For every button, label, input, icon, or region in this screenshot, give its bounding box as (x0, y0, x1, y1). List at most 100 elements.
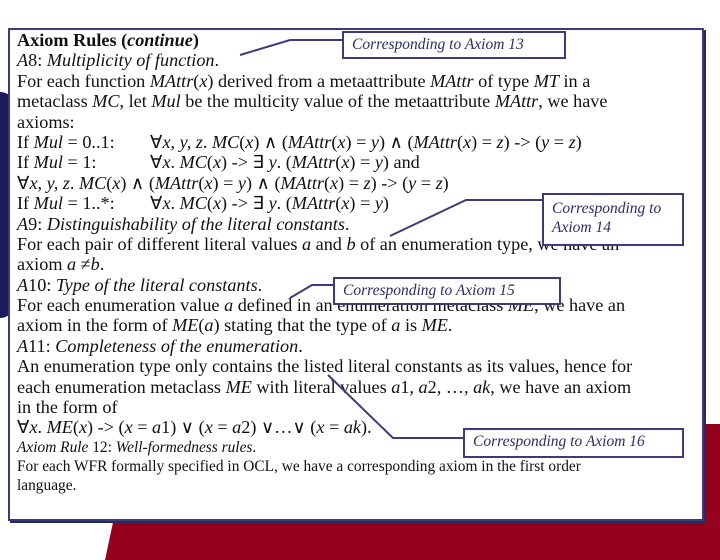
t: 1) ∨ ( (161, 417, 205, 438)
m: x, y, z (29, 172, 70, 193)
t: ∀ (17, 172, 30, 193)
math: MAttr (149, 70, 194, 91)
axiom-label: A (17, 50, 29, 71)
axiom-title: Type of the literal constants (55, 274, 258, 295)
t: ). (360, 417, 372, 438)
text-line: axiom in the form of ME(a) stating that … (17, 315, 702, 335)
t: and (311, 233, 347, 254)
t: 1, (400, 376, 419, 397)
t: . (37, 417, 47, 438)
axiom-title: Distinguishability of the literal consta… (46, 213, 345, 234)
m: z (363, 172, 371, 193)
text: = 1: (62, 152, 97, 173)
m: a (302, 233, 312, 254)
formula-line: If Mul = 1: ∀x. MC(x) -> ∃ y. (MAttr(x) =… (17, 152, 702, 172)
text-line: metaclass MC, let Mul be the multicity v… (17, 91, 702, 111)
t: axiom (17, 254, 68, 275)
m: MC (78, 172, 107, 193)
text-line: For each function MAttr(x) derived from … (17, 71, 702, 91)
m: ME (421, 315, 448, 336)
t: axiom in the form of (17, 315, 173, 336)
m: ME (172, 315, 199, 336)
text-line: in the form of (17, 397, 118, 418)
axiom-label: Axiom Rule (17, 438, 89, 456)
text-line: An enumeration type only contains the li… (17, 356, 633, 377)
text: of type (473, 70, 534, 91)
m: MC (211, 131, 240, 152)
axiom-label: A (17, 213, 29, 234)
formula: ∀x, y, z. MC(x) ∧ (MAttr(x) = y) ∧ (MAtt… (150, 132, 582, 152)
t: , we have an axiom (490, 376, 632, 397)
t: ) -> ∃ (221, 193, 269, 214)
formula: ∀x. MC(x) -> ∃ y. (MAttr(x) = y) and (150, 152, 420, 172)
text-line: each enumeration metaclass ME with liter… (17, 377, 702, 397)
t: ≠ (76, 254, 91, 275)
text-line: language. (17, 476, 77, 494)
t: ) stating that the type of (213, 315, 392, 336)
callout-axiom-14: Corresponding to Axiom 14 (542, 193, 684, 246)
t: ) -> ( (370, 172, 409, 193)
t: ) = (349, 193, 375, 214)
m: a (152, 417, 162, 438)
m: x (337, 131, 346, 152)
m: z (568, 131, 576, 152)
m: MC (179, 152, 207, 173)
axiom-number: 9: (28, 213, 47, 234)
t: For each pair of different literal value… (17, 233, 302, 254)
t: = (324, 417, 344, 438)
math: Mul (151, 91, 181, 112)
text: If (17, 131, 34, 152)
m: z (435, 172, 443, 193)
callout-axiom-13: Corresponding to Axiom 13 (342, 31, 566, 59)
callout-text: Corresponding to (552, 200, 662, 217)
axiom-dot: . (257, 274, 263, 295)
m: y (374, 152, 383, 173)
m: a (204, 315, 214, 336)
math: MAttr (430, 70, 474, 91)
m: x (162, 193, 171, 214)
axiom-dot: . (252, 438, 257, 456)
m: MAttr (154, 172, 199, 193)
t: ∀ (17, 417, 30, 438)
m: x (463, 131, 472, 152)
math: Mul (33, 131, 63, 152)
t: is (400, 315, 422, 336)
m: a (418, 376, 428, 397)
t: ) and (382, 152, 420, 173)
t: . ( (276, 152, 292, 173)
callout-axiom-16: Corresponding to Axiom 16 (463, 428, 684, 458)
callout-text: Corresponding to Axiom 13 (352, 36, 524, 53)
title-italic-text: continue (127, 30, 193, 50)
t: . (99, 254, 105, 275)
formula-line: If Mul = 0..1: ∀x, y, z. MC(x) ∧ (MAttr(x… (17, 132, 702, 152)
t: = (212, 417, 233, 438)
axiom-number: 12: (88, 438, 116, 456)
math: Mul (33, 193, 63, 214)
condition: If Mul = 0..1: (17, 132, 150, 152)
m: y (268, 193, 277, 214)
t: ) = (338, 172, 364, 193)
t: ) ∧ ( (253, 131, 288, 152)
m: ak (473, 376, 491, 397)
text: = 0..1: (62, 131, 115, 152)
m: x (330, 172, 339, 193)
m: MAttr (291, 152, 336, 173)
t: ) = (212, 172, 238, 193)
text: in a (558, 70, 591, 91)
callout-text: Axiom 14 (552, 219, 611, 236)
t: 2) ∨…∨ ( (241, 417, 317, 438)
m: ME (46, 417, 73, 438)
m: a (224, 295, 234, 316)
t: For each enumeration value (17, 295, 225, 316)
text-line: axioms: (17, 111, 75, 132)
t: = (549, 131, 569, 152)
t: with literal values (251, 376, 392, 397)
m: y (237, 172, 246, 193)
m: y (370, 131, 379, 152)
m: x (212, 193, 222, 214)
t: ) -> ( (87, 417, 125, 438)
t: ) = (471, 131, 497, 152)
t: ) = (345, 131, 371, 152)
condition: If Mul = 1..*: (17, 193, 150, 213)
m: b (90, 254, 100, 275)
